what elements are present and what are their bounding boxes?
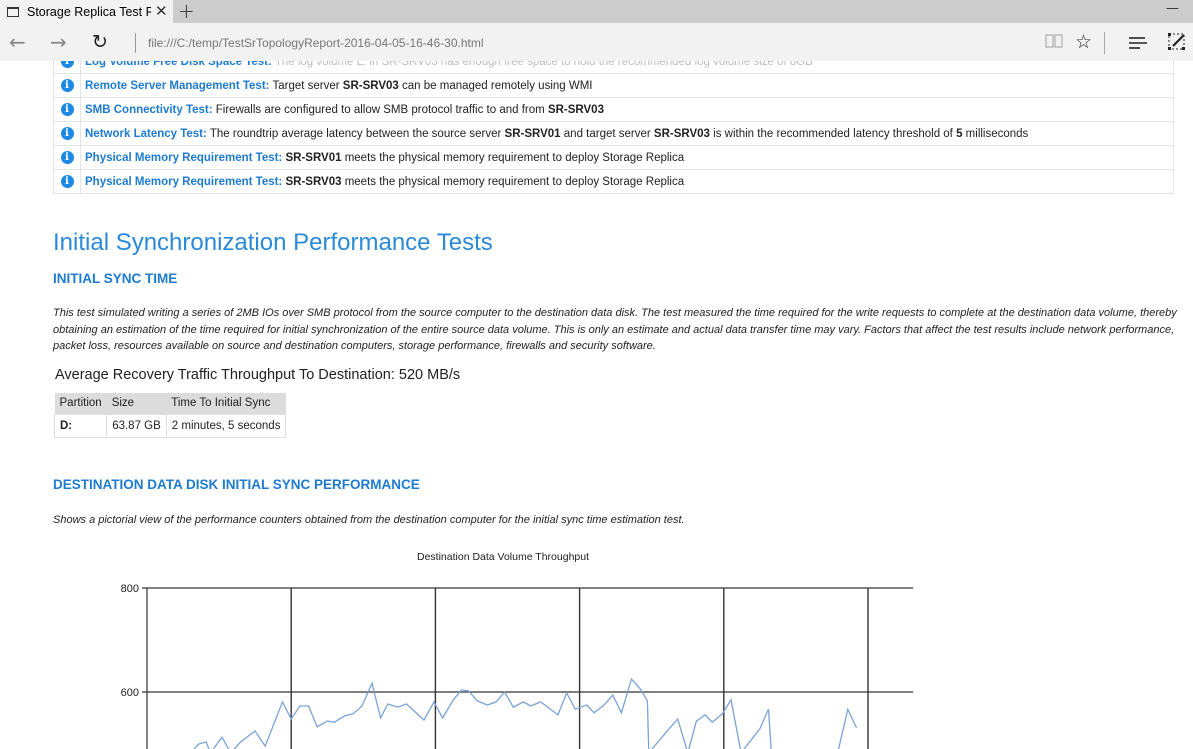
page-icon [7,6,19,17]
browser-tab[interactable]: Storage Replica Test Rep ✕ [0,0,173,23]
address-separator [135,33,136,53]
close-tab-icon[interactable]: ✕ [155,2,168,20]
tab-title: Storage Replica Test Rep [27,4,151,19]
reading-view-icon[interactable] [1045,33,1063,55]
page-content: i Log Volume Free Disk Space Test: The lo… [0,61,1193,749]
minimize-button[interactable]: — [1166,1,1179,16]
tab-bar: Storage Replica Test Rep ✕ + — [0,0,1193,23]
web-note-icon[interactable] [1167,32,1187,57]
forward-icon[interactable]: → [50,29,67,55]
favorite-star-icon[interactable]: ☆ [1075,31,1092,53]
hub-icon[interactable] [1128,33,1148,55]
navigation-bar: ← → ↻ file:///C:/temp/TestSrTopologyRepo… [0,23,1193,61]
new-tab-button[interactable]: + [178,0,195,22]
y-tick-label: 600 [121,687,139,699]
address-bar[interactable]: file:///C:/temp/TestSrTopologyReport-201… [148,36,484,50]
y-tick-label: 800 [121,583,139,595]
throughput-chart: 600 800 [121,583,913,749]
toolbar-separator [1104,32,1105,54]
refresh-icon[interactable]: ↻ [92,29,108,55]
back-icon[interactable]: ← [9,29,26,55]
series-line [193,677,772,749]
series-line [837,707,858,749]
